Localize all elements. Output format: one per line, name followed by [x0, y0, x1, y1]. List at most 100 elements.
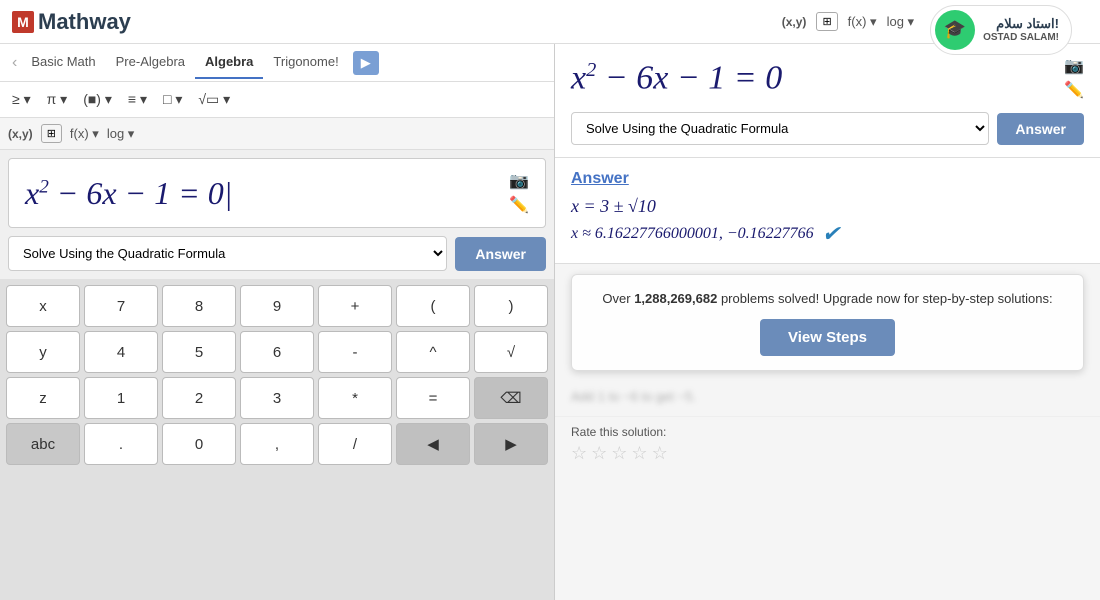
key-minus[interactable]: -	[318, 331, 392, 373]
blurred-text: Add 1 to −6 to get −5.	[571, 389, 696, 404]
sqrt-btn[interactable]: √▭ ▾	[194, 89, 234, 110]
key-9[interactable]: 9	[240, 285, 314, 327]
key-0[interactable]: 0	[162, 423, 236, 465]
left-equation: x2 − 6x − 1 = 0|	[25, 175, 233, 212]
key-right-arrow[interactable]: ▶	[474, 423, 548, 465]
sec-func-btn[interactable]: f(x) ▾	[70, 126, 99, 142]
answer-btn-right[interactable]: Answer	[997, 113, 1084, 145]
input-area[interactable]: x2 − 6x − 1 = 0| 📷 ✏️	[8, 158, 546, 228]
key-2[interactable]: 2	[162, 377, 236, 419]
key-plus[interactable]: +	[318, 285, 392, 327]
camera-btn[interactable]: 📷	[509, 171, 529, 191]
key-left-arrow[interactable]: ◀	[396, 423, 470, 465]
key-z[interactable]: z	[6, 377, 80, 419]
check-mark-icon: ✔	[822, 221, 840, 247]
answer-line-2: x ≈ 6.16227766000001, −0.16227766 ✔	[571, 221, 1084, 247]
right-camera-btn[interactable]: 📷	[1064, 56, 1084, 76]
key-7[interactable]: 7	[84, 285, 158, 327]
math-toolbar: ≥ ▾ π ▾ (■) ▾ ≡ ▾ □ ▾ √▭ ▾	[0, 82, 554, 118]
subject-tabs: ‹ Basic Math Pre-Algebra Algebra Trigono…	[0, 44, 554, 82]
answer-line-1: x = 3 ± √10	[571, 196, 1084, 217]
sec-grid-btn[interactable]: ⊞	[41, 124, 62, 143]
logo-arabic-text: !استاد سلام	[996, 16, 1059, 32]
keyboard: x 7 8 9 + ( ) y 4 5 6 - ^ √ z 1 2 3	[0, 279, 554, 600]
key-caret[interactable]: ^	[396, 331, 470, 373]
logo-text: Mathway	[38, 9, 131, 35]
sec-coord-btn[interactable]: (x,y)	[8, 127, 33, 141]
key-equals[interactable]: =	[396, 377, 470, 419]
log-button[interactable]: log ▾	[887, 14, 915, 30]
key-dot[interactable]: .	[84, 423, 158, 465]
kb-row-2: y 4 5 6 - ^ √	[6, 331, 548, 373]
key-3[interactable]: 3	[240, 377, 314, 419]
right-panel: x2 − 6x − 1 = 0 📷 ✏️ Solve Using the Qua…	[555, 44, 1100, 600]
secondary-toolbar: (x,y) ⊞ f(x) ▾ log ▾	[0, 118, 554, 150]
upgrade-count: 1,288,269,682	[634, 291, 717, 306]
right-pencil-btn[interactable]: ✏️	[1064, 80, 1084, 100]
key-5[interactable]: 5	[162, 331, 236, 373]
key-abc[interactable]: abc	[6, 423, 80, 465]
tab-prev-btn[interactable]: ‹	[8, 54, 21, 72]
method-select-left[interactable]: Solve Using the Quadratic Formula Solve …	[8, 236, 447, 271]
upgrade-box: Over 1,288,269,682 problems solved! Upgr…	[571, 274, 1084, 371]
star-1[interactable]: ☆	[571, 443, 587, 464]
top-nav: M Mathway (x,y) ⊞ f(x) ▾ log ▾ 🎓 !استاد …	[0, 0, 1100, 44]
key-8[interactable]: 8	[162, 285, 236, 327]
method-row: Solve Using the Quadratic Formula Solve …	[0, 236, 554, 279]
answer-title[interactable]: Answer	[571, 170, 1084, 188]
tab-basic-math[interactable]: Basic Math	[21, 46, 105, 79]
func-button[interactable]: f(x) ▾	[848, 14, 877, 30]
bracket-btn[interactable]: (■) ▾	[79, 89, 116, 110]
right-eq-row: x2 − 6x − 1 = 0 📷 ✏️	[571, 56, 1084, 100]
sec-log-btn[interactable]: log ▾	[107, 126, 135, 142]
key-1[interactable]: 1	[84, 377, 158, 419]
main-layout: ‹ Basic Math Pre-Algebra Algebra Trigono…	[0, 44, 1100, 600]
key-sqrt[interactable]: √	[474, 331, 548, 373]
key-6[interactable]: 6	[240, 331, 314, 373]
rate-section: Rate this solution: ☆ ☆ ☆ ☆ ☆	[555, 416, 1100, 472]
pi-btn[interactable]: π ▾	[43, 89, 72, 110]
top-right-logo: 🎓 !استاد سلام OSTAD SALAM!	[930, 5, 1072, 55]
tab-trigonometry[interactable]: Trigonome!	[263, 46, 348, 79]
key-divide[interactable]: /	[318, 423, 392, 465]
right-top: x2 − 6x − 1 = 0 📷 ✏️ Solve Using the Qua…	[555, 44, 1100, 158]
star-2[interactable]: ☆	[591, 443, 607, 464]
square-btn[interactable]: □ ▾	[159, 89, 186, 110]
logo: M Mathway	[12, 9, 131, 35]
view-steps-btn[interactable]: View Steps	[760, 319, 895, 356]
coord-button[interactable]: (x,y)	[782, 15, 807, 29]
upgrade-text-after: problems solved! Upgrade now for step-by…	[717, 291, 1052, 306]
pencil-btn[interactable]: ✏️	[509, 195, 529, 215]
key-backspace[interactable]: ⌫	[474, 377, 548, 419]
upgrade-text: Over 1,288,269,682 problems solved! Upgr…	[588, 289, 1067, 309]
answer-eq-1: x = 3 ± √10	[571, 196, 656, 217]
logo-avatar: 🎓	[935, 10, 975, 50]
star-3[interactable]: ☆	[611, 443, 627, 464]
right-equation: x2 − 6x − 1 = 0	[571, 59, 782, 97]
answer-eq-2: x ≈ 6.16227766000001, −0.16227766	[571, 225, 814, 243]
gte-btn[interactable]: ≥ ▾	[8, 89, 35, 110]
logo-icon: M	[12, 11, 34, 33]
tab-pre-algebra[interactable]: Pre-Algebra	[106, 46, 195, 79]
key-comma[interactable]: ,	[240, 423, 314, 465]
key-x[interactable]: x	[6, 285, 80, 327]
key-multiply[interactable]: *	[318, 377, 392, 419]
left-panel: ‹ Basic Math Pre-Algebra Algebra Trigono…	[0, 44, 555, 600]
right-eq-icons: 📷 ✏️	[1064, 56, 1084, 100]
star-4[interactable]: ☆	[631, 443, 647, 464]
key-close-paren[interactable]: )	[474, 285, 548, 327]
answer-section: Answer x = 3 ± √10 x ≈ 6.16227766000001,…	[555, 158, 1100, 264]
tab-algebra[interactable]: Algebra	[195, 46, 263, 79]
key-open-paren[interactable]: (	[396, 285, 470, 327]
grid-button[interactable]: ⊞	[816, 12, 837, 31]
matrix-btn[interactable]: ≡ ▾	[124, 89, 151, 110]
blurred-content: Add 1 to −6 to get −5.	[555, 381, 1100, 412]
tab-next-btn[interactable]: ▶	[353, 51, 379, 75]
kb-row-1: x 7 8 9 + ( )	[6, 285, 548, 327]
method-select-right[interactable]: Solve Using the Quadratic Formula Solve …	[571, 112, 989, 145]
kb-row-3: z 1 2 3 * = ⌫	[6, 377, 548, 419]
key-4[interactable]: 4	[84, 331, 158, 373]
star-5[interactable]: ☆	[652, 443, 668, 464]
key-y[interactable]: y	[6, 331, 80, 373]
answer-btn-left[interactable]: Answer	[455, 237, 546, 271]
